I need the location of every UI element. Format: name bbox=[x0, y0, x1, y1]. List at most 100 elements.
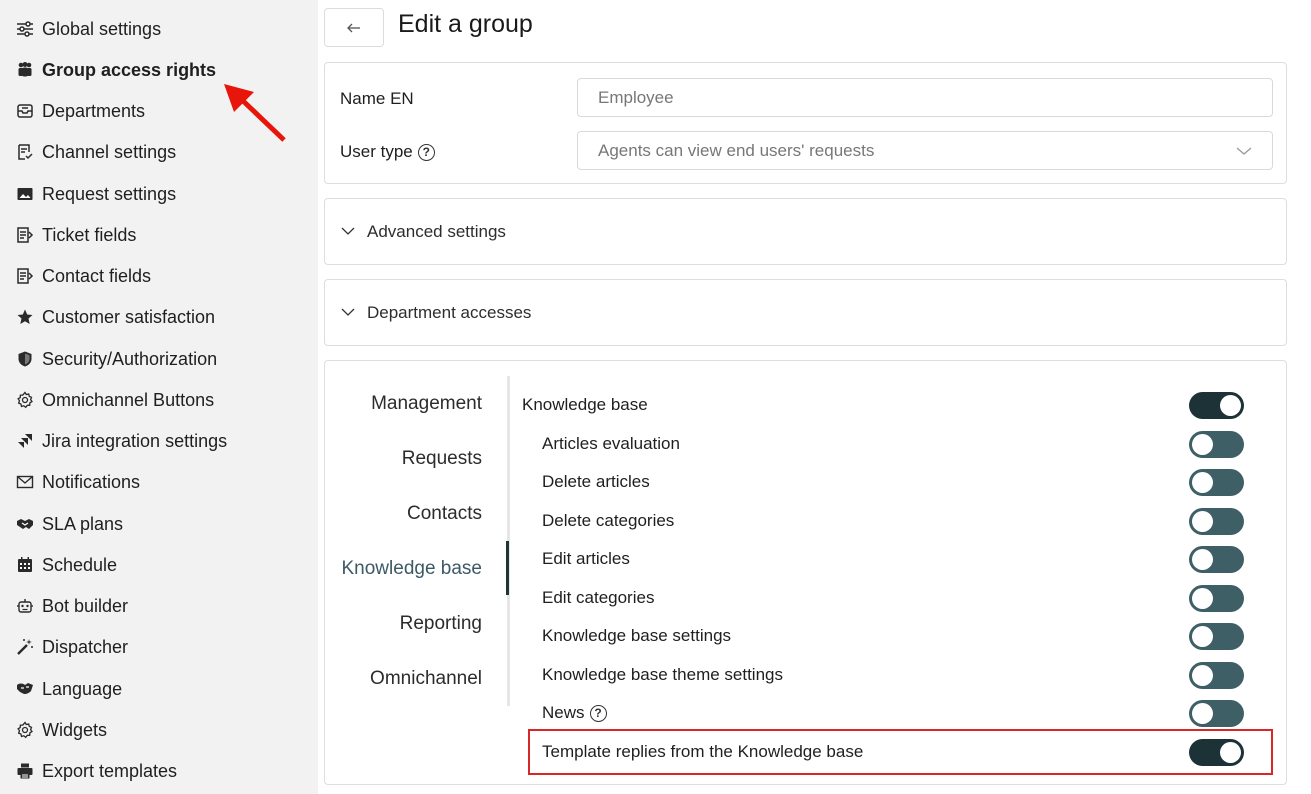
fields-icon bbox=[14, 225, 36, 245]
page-title: Edit a group bbox=[398, 10, 533, 38]
permission-row-articles-evaluation: Articles evaluation bbox=[522, 428, 1244, 460]
sidebar-item-channel-settings[interactable]: Channel settings bbox=[14, 138, 176, 166]
advanced-settings-section[interactable]: Advanced settings bbox=[324, 198, 1287, 265]
sidebar-item-bot-builder[interactable]: Bot builder bbox=[14, 592, 128, 620]
toggle-knob bbox=[1220, 394, 1241, 416]
permission-row-news: News ? bbox=[522, 697, 1244, 729]
toggle-delete-categories[interactable] bbox=[1189, 507, 1244, 535]
permission-label: Edit categories bbox=[542, 588, 655, 607]
sidebar-item-security-authorization[interactable]: Security/Authorization bbox=[14, 345, 217, 373]
active-tab-indicator bbox=[506, 541, 509, 595]
sidebar-item-request-settings[interactable]: Request settings bbox=[14, 180, 176, 208]
help-icon[interactable]: ? bbox=[417, 143, 435, 161]
sidebar-item-label: Request settings bbox=[42, 183, 177, 204]
sidebar-item-label: SLA plans bbox=[42, 513, 124, 534]
sidebar-item-label: Widgets bbox=[42, 719, 108, 740]
arrow-left-icon bbox=[347, 23, 360, 32]
chevron-down-icon bbox=[341, 227, 355, 235]
sidebar-item-label: Jira integration settings bbox=[42, 430, 228, 451]
sidebar-item-schedule[interactable]: Schedule bbox=[14, 551, 117, 579]
toggle-delete-articles[interactable] bbox=[1189, 468, 1244, 496]
help-icon[interactable]: ? bbox=[589, 704, 607, 722]
group-icon bbox=[14, 60, 36, 80]
permission-row-edit-articles: Edit articles bbox=[522, 543, 1244, 575]
magic-wand-icon bbox=[14, 637, 36, 657]
sidebar-item-label: Group access rights bbox=[42, 59, 217, 80]
sidebar-item-label: Channel settings bbox=[42, 141, 177, 162]
sidebar-item-dispatcher[interactable]: Dispatcher bbox=[14, 633, 128, 661]
tab-management[interactable]: Management bbox=[371, 393, 482, 415]
advanced-settings-title: Advanced settings bbox=[367, 221, 506, 241]
sidebar-item-label: Export templates bbox=[42, 760, 178, 781]
printer-icon bbox=[14, 761, 36, 781]
gear-icon bbox=[14, 720, 36, 740]
toggle-knob bbox=[1192, 510, 1213, 532]
toggle-knob bbox=[1192, 548, 1213, 570]
toggle-articles-evaluation[interactable] bbox=[1189, 430, 1244, 458]
sidebar-item-label: Omnichannel Buttons bbox=[42, 389, 215, 410]
sidebar-item-export-templates[interactable]: Export templates bbox=[14, 757, 177, 785]
sidebar-item-language[interactable]: Language bbox=[14, 675, 122, 703]
news-label-text: News bbox=[542, 703, 585, 722]
image-icon bbox=[14, 184, 36, 204]
permission-label: Articles evaluation bbox=[542, 434, 680, 453]
sidebar-item-label: Language bbox=[42, 678, 123, 699]
sidebar-item-label: Customer satisfaction bbox=[42, 306, 216, 327]
sidebar-item-contact-fields[interactable]: Contact fields bbox=[14, 262, 151, 290]
permission-row-knowledge-base: Knowledge base bbox=[522, 389, 1244, 421]
sidebar-item-widgets[interactable]: Widgets bbox=[14, 716, 107, 744]
sidebar-item-label: Ticket fields bbox=[42, 224, 137, 245]
permission-row-delete-categories: Delete categories bbox=[522, 505, 1244, 537]
permission-label: News ? bbox=[522, 703, 607, 723]
sidebar-item-group-access-rights[interactable]: Group access rights bbox=[14, 56, 216, 84]
sidebar-item-departments[interactable]: Departments bbox=[14, 97, 145, 125]
sidebar-item-jira-integration-settings[interactable]: Jira integration settings bbox=[14, 427, 227, 455]
sidebar-item-customer-satisfaction[interactable]: Customer satisfaction bbox=[14, 303, 215, 331]
fields-icon bbox=[14, 266, 36, 286]
permission-row-delete-articles: Delete articles bbox=[522, 466, 1244, 498]
user-type-label-text: User type bbox=[340, 142, 413, 161]
user-type-selected-value: Agents can view end users' requests bbox=[598, 140, 875, 160]
tab-omnichannel[interactable]: Omnichannel bbox=[370, 668, 482, 690]
tab-reporting[interactable]: Reporting bbox=[400, 613, 482, 635]
toggle-knob bbox=[1192, 702, 1213, 724]
sidebar-item-label: Schedule bbox=[42, 554, 118, 575]
toggle-edit-articles[interactable] bbox=[1189, 545, 1244, 573]
toggle-knowledge-base-settings[interactable] bbox=[1189, 622, 1244, 650]
sidebar-item-sla-plans[interactable]: SLA plans bbox=[14, 510, 123, 538]
toggle-knowledge-base[interactable] bbox=[1189, 391, 1244, 419]
permission-label: Knowledge base bbox=[522, 395, 648, 414]
permission-row-knowledge-base-theme-settings: Knowledge base theme settings bbox=[522, 659, 1244, 691]
sidebar-item-ticket-fields[interactable]: Ticket fields bbox=[14, 221, 136, 249]
name-field-label: Name EN bbox=[340, 89, 414, 109]
permission-label: Delete articles bbox=[542, 472, 650, 491]
sidebar-item-omnichannel-buttons[interactable]: Omnichannel Buttons bbox=[14, 386, 214, 414]
shield-icon bbox=[14, 349, 36, 369]
inbox-icon bbox=[14, 101, 36, 121]
star-icon bbox=[14, 307, 36, 327]
department-accesses-header[interactable]: Department accesses bbox=[341, 280, 531, 345]
tab-requests[interactable]: Requests bbox=[402, 448, 482, 470]
name-en-input[interactable] bbox=[577, 78, 1273, 117]
tab-knowledge-base[interactable]: Knowledge base bbox=[342, 558, 483, 580]
toggle-knob bbox=[1192, 625, 1213, 647]
robot-icon bbox=[14, 596, 36, 616]
toggle-knowledge-base-theme-settings[interactable] bbox=[1189, 661, 1244, 689]
sidebar-item-global-settings[interactable]: Global settings bbox=[14, 15, 161, 43]
user-type-field-label: User type ? bbox=[340, 142, 435, 162]
advanced-settings-header[interactable]: Advanced settings bbox=[341, 199, 506, 264]
back-button[interactable] bbox=[324, 8, 384, 47]
permission-label: Knowledge base settings bbox=[542, 626, 732, 645]
user-type-select[interactable]: Agents can view end users' requests bbox=[577, 131, 1273, 170]
toggle-edit-categories[interactable] bbox=[1189, 584, 1244, 612]
tab-contacts[interactable]: Contacts bbox=[407, 503, 482, 525]
permission-row-knowledge-base-settings: Knowledge base settings bbox=[522, 620, 1244, 652]
sliders-icon bbox=[14, 19, 36, 39]
permission-row-edit-categories: Edit categories bbox=[522, 582, 1244, 614]
department-accesses-section[interactable]: Department accesses bbox=[324, 279, 1287, 346]
sidebar-item-notifications[interactable]: Notifications bbox=[14, 468, 140, 496]
permission-tabs: Management Requests Contacts Knowledge b… bbox=[325, 376, 510, 706]
sidebar-item-label: Bot builder bbox=[42, 595, 129, 616]
permission-label: Delete categories bbox=[542, 511, 675, 530]
toggle-news[interactable] bbox=[1189, 699, 1244, 727]
